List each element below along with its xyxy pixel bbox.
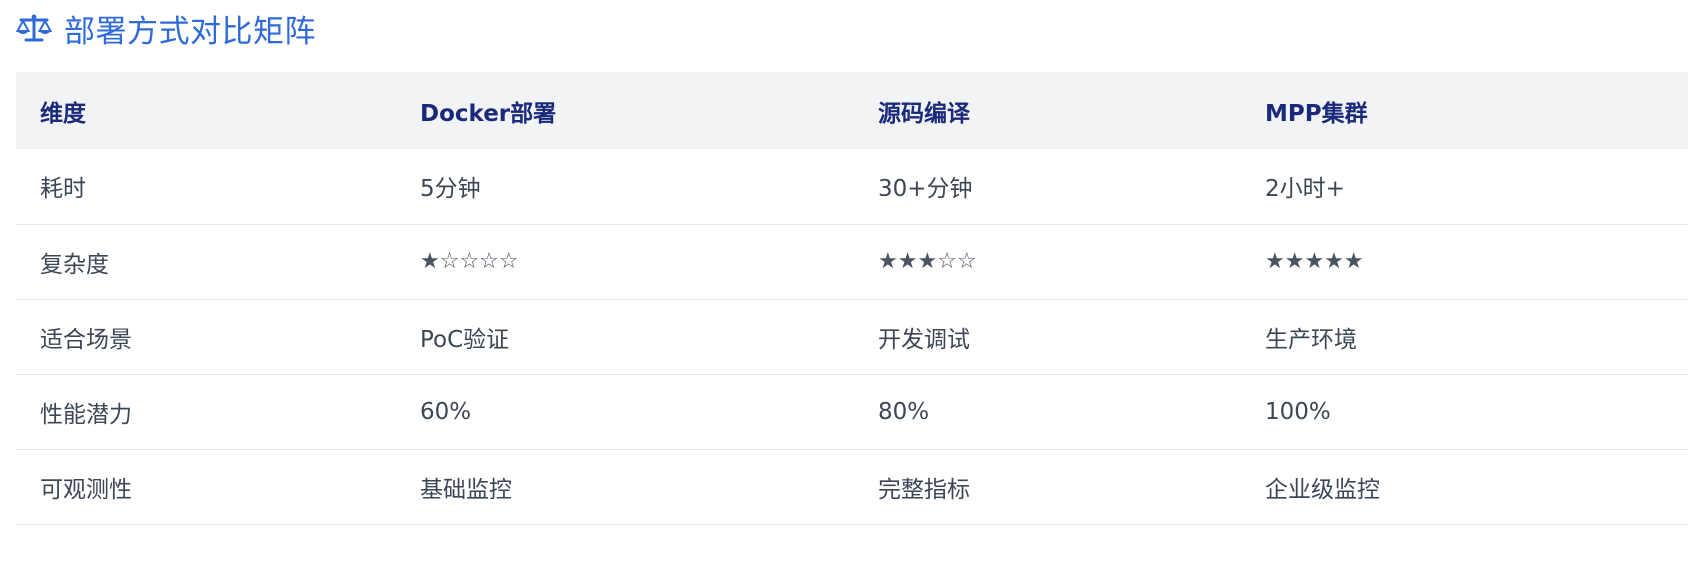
table-header: 维度 Docker部署 源码编译 MPP集群: [16, 72, 1688, 149]
cell-source: 80%: [878, 398, 930, 425]
cell-docker: PoC验证: [420, 326, 510, 353]
table-row: 复杂度 ★☆☆☆☆ ★★★☆☆ ★★★★★: [16, 224, 1688, 299]
cell-mpp: 2小时+: [1265, 176, 1345, 203]
cell-source: 开发调试: [878, 326, 970, 353]
cell-dimension: 耗时: [40, 176, 86, 203]
cell-docker: 基础监控: [420, 476, 512, 503]
table-row: 耗时 5分钟 30+分钟 2小时+: [16, 149, 1688, 224]
section-heading: 部署方式对比矩阵: [15, 0, 1688, 56]
cell-source: 30+分钟: [878, 176, 973, 203]
cell-mpp-rating: ★★★★★: [1265, 249, 1364, 274]
table-row: 适合场景 PoC验证 开发调试 生产环境: [16, 299, 1688, 374]
cell-mpp: 100%: [1265, 398, 1331, 425]
cell-dimension: 可观测性: [40, 476, 132, 503]
cell-mpp: 生产环境: [1265, 326, 1357, 353]
cell-dimension: 适合场景: [40, 326, 132, 353]
cell-dimension: 性能潜力: [40, 401, 132, 428]
header-docker: Docker部署: [420, 100, 557, 127]
header-row: 维度 Docker部署 源码编译 MPP集群: [16, 72, 1688, 149]
cell-source-rating: ★★★☆☆: [878, 249, 977, 274]
header-mpp: MPP集群: [1265, 100, 1368, 127]
cell-mpp: 企业级监控: [1265, 476, 1380, 503]
cell-source: 完整指标: [878, 476, 970, 503]
cell-docker: 60%: [420, 398, 472, 425]
header-dimension: 维度: [40, 100, 86, 127]
cell-docker-rating: ★☆☆☆☆: [420, 249, 519, 274]
scale-balance-icon: [15, 13, 53, 43]
header-source: 源码编译: [878, 100, 970, 127]
table-row: 可观测性 基础监控 完整指标 企业级监控: [16, 449, 1688, 524]
comparison-section: 部署方式对比矩阵 维度 Docker部署 源码编译 MPP集群 耗时 5分钟 3…: [15, 0, 1688, 524]
page-title: 部署方式对比矩阵: [64, 13, 316, 50]
cell-docker: 5分钟: [420, 176, 481, 203]
table-row: 性能潜力 60% 80% 100%: [16, 374, 1688, 449]
cell-dimension: 复杂度: [40, 251, 109, 278]
comparison-table: 维度 Docker部署 源码编译 MPP集群 耗时 5分钟 30+分钟 2小时+…: [16, 72, 1688, 525]
